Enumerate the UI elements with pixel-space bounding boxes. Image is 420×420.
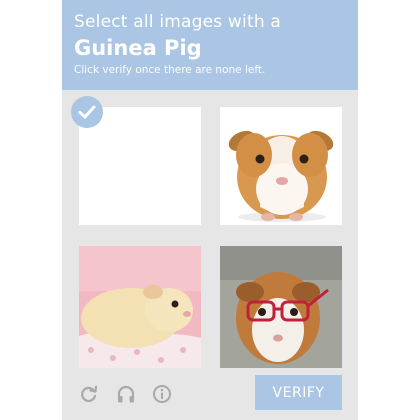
image-tile-2[interactable] xyxy=(220,107,342,225)
image-tile-3[interactable] xyxy=(79,246,201,368)
guinea-pig-image xyxy=(220,107,342,225)
info-icon[interactable] xyxy=(152,384,172,404)
reload-icon[interactable] xyxy=(79,384,99,404)
guinea-pig-image xyxy=(220,246,342,368)
captcha-widget: Select all images with a Guinea Pig Clic… xyxy=(62,0,358,420)
instruction-text: Select all images with a xyxy=(74,12,282,32)
headphones-icon[interactable] xyxy=(116,384,136,404)
selected-check-icon xyxy=(71,96,103,128)
captcha-header: Select all images with a Guinea Pig Clic… xyxy=(62,0,358,90)
image-tile-4[interactable] xyxy=(220,246,342,368)
target-label: Guinea Pig xyxy=(74,36,202,60)
image-tile-1[interactable] xyxy=(79,107,201,225)
verify-button[interactable]: VERIFY xyxy=(255,375,342,410)
hint-text: Click verify once there are none left. xyxy=(74,64,266,76)
guinea-pig-image xyxy=(79,246,201,368)
